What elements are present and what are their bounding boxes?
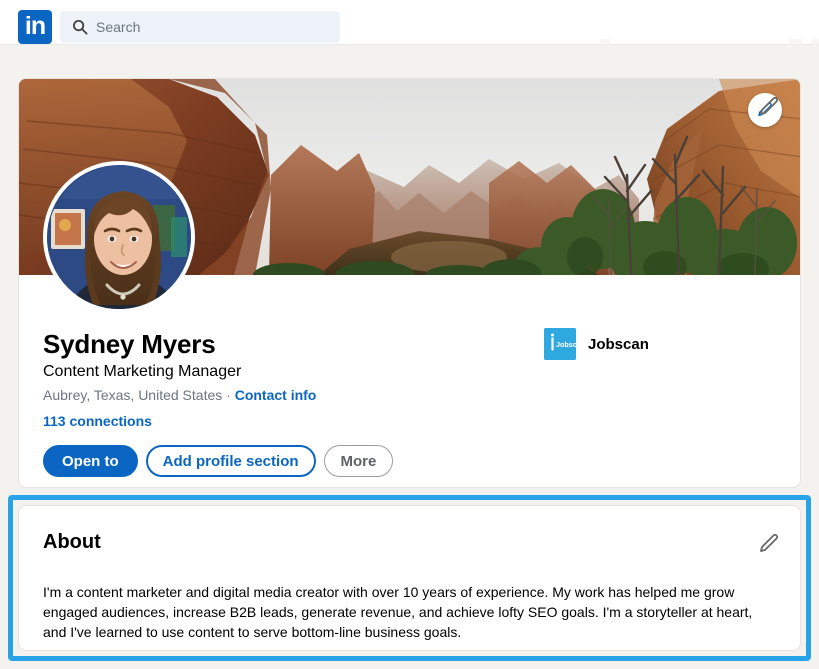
search-box[interactable]: [60, 11, 340, 43]
company-name: Jobscan: [588, 335, 649, 353]
location-separator: ·: [222, 387, 235, 403]
edit-profile-button[interactable]: [757, 95, 781, 119]
avatar[interactable]: [43, 161, 195, 313]
linkedin-logo[interactable]: in: [18, 10, 52, 44]
page-title: Sydney Myers: [43, 329, 216, 359]
about-text: I'm a content marketer and digital media…: [43, 584, 753, 640]
connections-link[interactable]: 113 connections: [43, 413, 513, 429]
add-profile-section-button[interactable]: Add profile section: [145, 445, 316, 477]
profile-headline: Content Marketing Manager: [43, 363, 242, 380]
more-button[interactable]: More: [323, 445, 394, 477]
edit-about-button[interactable]: [757, 532, 781, 556]
search-icon: [73, 20, 88, 35]
profile-location-row: Aubrey, Texas, United States · Contact i…: [43, 386, 513, 404]
nav-item-partial-2[interactable]: [789, 39, 802, 45]
profile-action-buttons: Open to Add profile section More: [43, 445, 394, 477]
about-card: About I'm a content marketer and digital…: [18, 505, 801, 651]
search-input[interactable]: [96, 11, 334, 43]
nav-item-partial-1[interactable]: [600, 39, 610, 45]
svg-text:Jobscan: Jobscan: [556, 340, 576, 349]
profile-card: Sydney Myers Content Marketing Manager A…: [18, 78, 801, 488]
contact-info-link[interactable]: Contact info: [235, 387, 317, 403]
top-navigation-bar: in: [0, 0, 819, 45]
about-heading: About: [43, 531, 101, 553]
profile-info: Sydney Myers Content Marketing Manager A…: [43, 329, 513, 429]
current-company-row[interactable]: Jobscan Jobscan: [544, 328, 649, 360]
jobscan-logo: Jobscan: [544, 328, 576, 360]
nav-item-partial-3[interactable]: [811, 39, 819, 45]
profile-location: Aubrey, Texas, United States: [43, 387, 223, 403]
open-to-button[interactable]: Open to: [43, 445, 138, 477]
